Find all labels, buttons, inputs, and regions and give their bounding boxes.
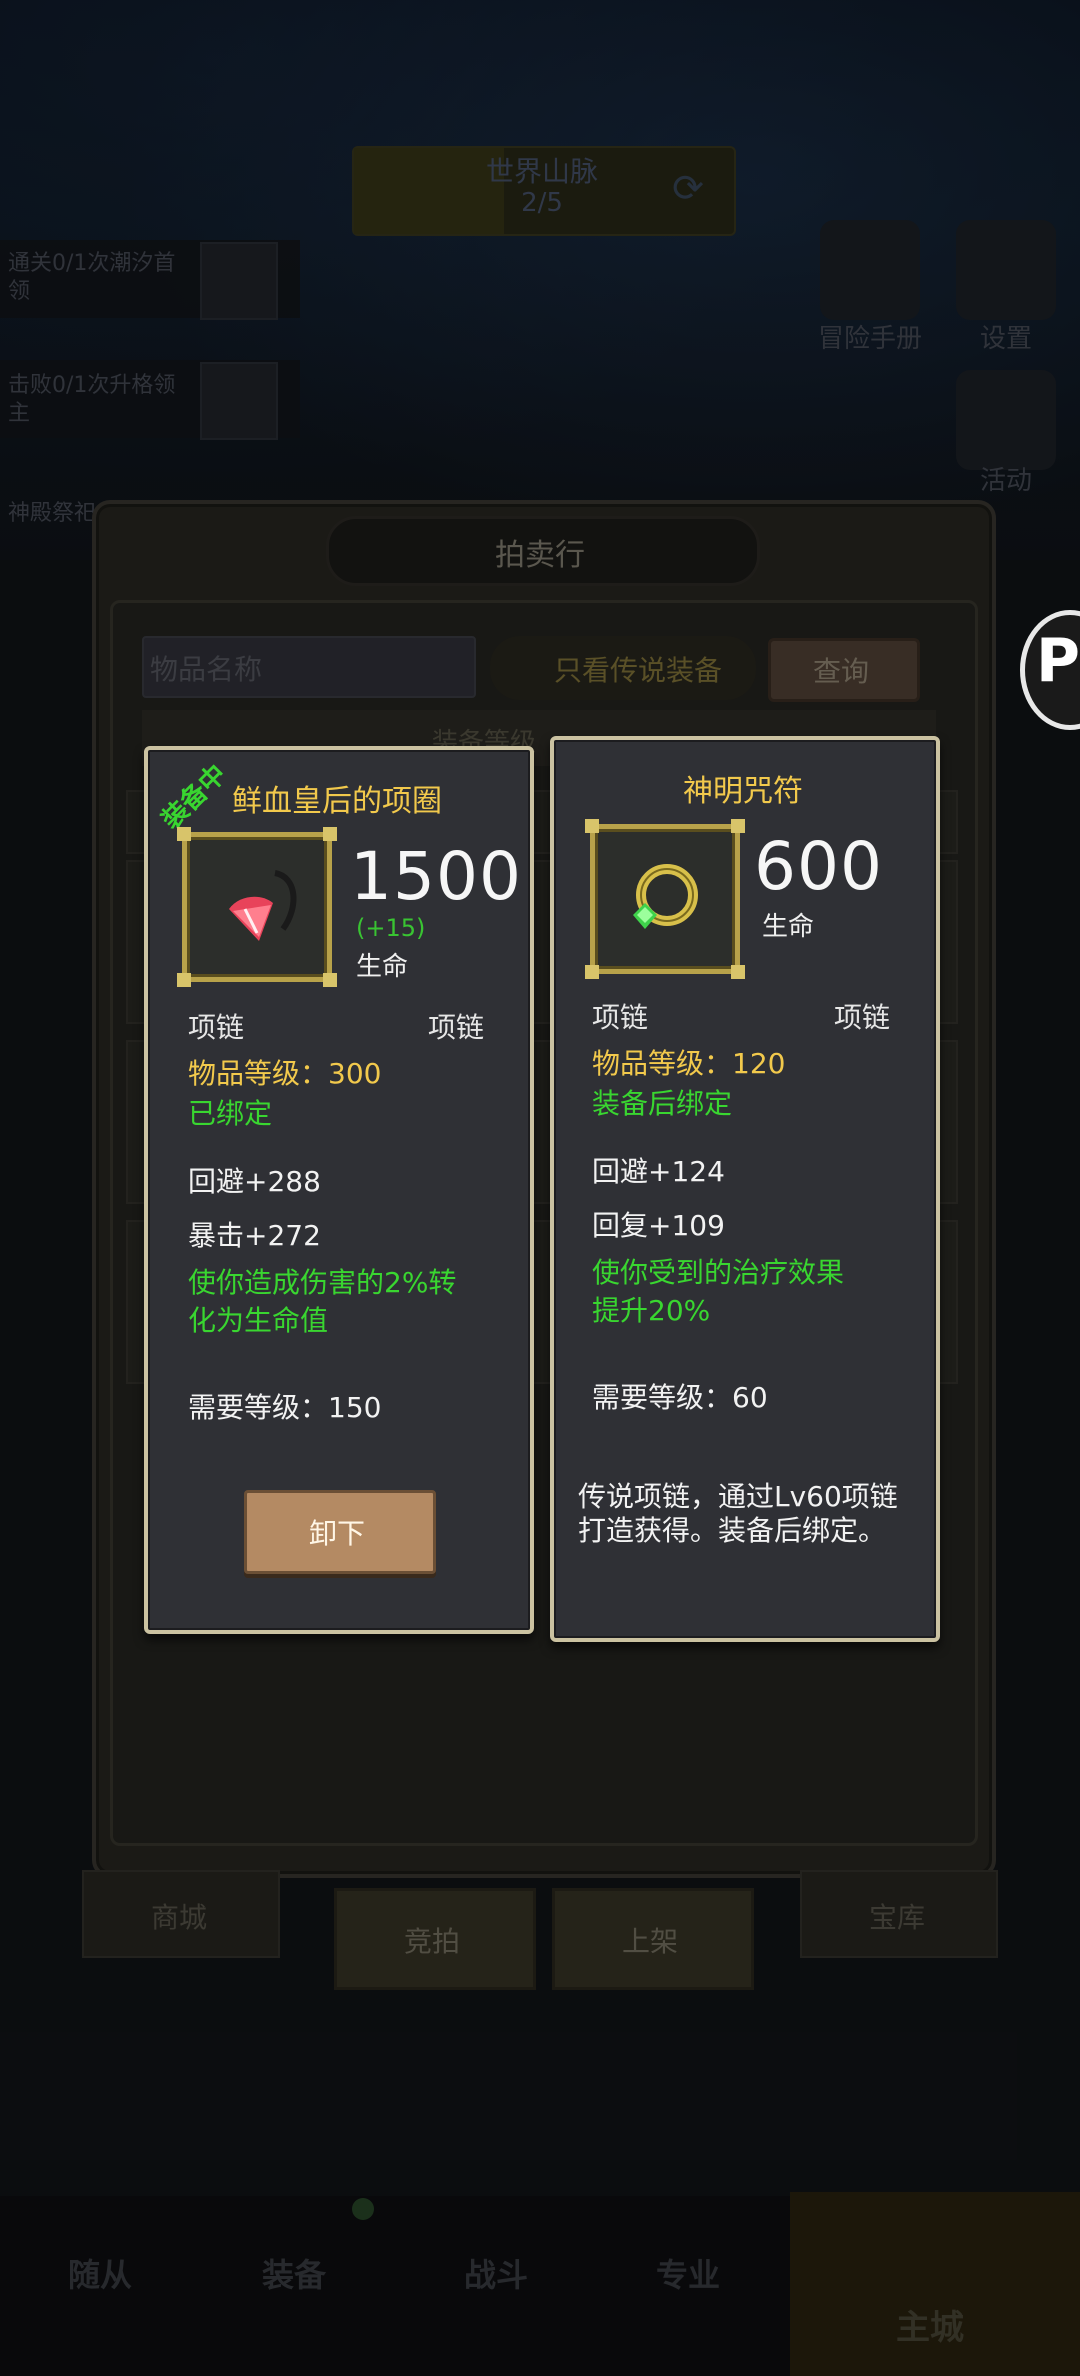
item-slot: 项链 [188, 1011, 245, 1044]
assistant-icon: P [1036, 626, 1080, 696]
stat-line: 暴击+272 [188, 1219, 321, 1252]
item-icon-frame[interactable] [585, 819, 745, 979]
special-effect: 使你造成伤害的2%转化为生命值 [188, 1266, 457, 1337]
unequip-button-label: 卸下 [308, 1517, 365, 1550]
item-name: 神明咒符 [683, 774, 803, 809]
item-name: 鲜血皇后的项圈 [232, 784, 442, 819]
main-stat-label: 生命 [762, 912, 815, 942]
stat-line: 回复+109 [592, 1209, 725, 1242]
main-stat-label: 生命 [356, 952, 409, 982]
required-level: 需要等级：60 [592, 1381, 768, 1414]
bind-status: 装备后绑定 [592, 1087, 733, 1120]
item-slot: 项链 [592, 1001, 649, 1034]
ruby-necklace-icon [229, 870, 297, 941]
main-stat-bonus: (+15) [356, 914, 426, 942]
main-stat-value: 600 [754, 828, 883, 905]
stat-line: 回避+124 [592, 1155, 725, 1188]
main-stat-value: 1500 [350, 838, 522, 915]
item-type: 项链 [428, 1011, 485, 1044]
required-level: 需要等级：150 [188, 1391, 382, 1424]
item-level: 物品等级：120 [592, 1047, 786, 1080]
item-level: 物品等级：300 [188, 1057, 382, 1090]
stat-line: 回避+288 [188, 1165, 321, 1198]
emerald-amulet-icon [633, 864, 698, 929]
item-icon-frame[interactable] [177, 827, 337, 987]
bind-status: 已绑定 [188, 1097, 273, 1130]
item-description: 传说项链，通过Lv60项链打造获得。装备后绑定。 [578, 1480, 898, 1547]
special-effect: 使你受到的治疗效果提升20% [592, 1256, 845, 1327]
item-type: 项链 [834, 1001, 891, 1034]
